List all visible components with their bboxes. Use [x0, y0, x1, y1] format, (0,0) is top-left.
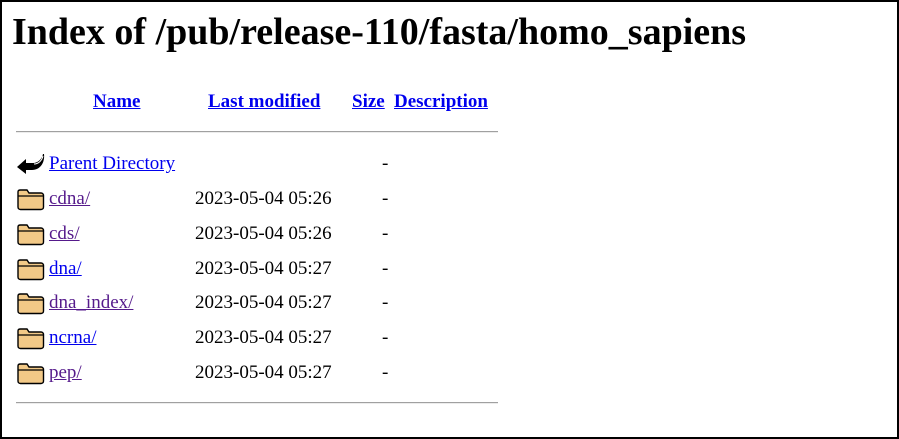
size-cell: -: [382, 327, 389, 348]
size-cell: -: [382, 362, 389, 383]
page-frame: Index of /pub/release-110/fasta/homo_sap…: [0, 0, 899, 439]
size-cell: -: [382, 223, 389, 244]
table-row: cdna/ 2023-05-04 05:26 -: [2, 184, 522, 214]
header-divider: [16, 131, 498, 133]
parent-size: -: [382, 153, 389, 174]
size-cell: -: [382, 188, 389, 209]
folder-link-dna-index[interactable]: dna_index/: [49, 291, 133, 315]
footer-divider: [16, 402, 498, 404]
folder-link-cds[interactable]: cds/: [49, 222, 80, 246]
table-row: dna_index/ 2023-05-04 05:27 -: [2, 288, 522, 318]
page-title: Index of /pub/release-110/fasta/homo_sap…: [12, 11, 747, 53]
parent-directory-link[interactable]: Parent Directory: [49, 152, 175, 176]
folder-icon: [16, 222, 46, 246]
table-row: dna/ 2023-05-04 05:27 -: [2, 254, 522, 284]
table-row: cds/ 2023-05-04 05:26 -: [2, 219, 522, 249]
last-modified-cell: 2023-05-04 05:27: [195, 292, 332, 313]
sort-by-last-modified-link[interactable]: Last modified: [208, 90, 320, 114]
folder-icon: [16, 326, 46, 350]
table-row: pep/ 2023-05-04 05:27 -: [2, 358, 522, 388]
folder-icon: [16, 187, 46, 211]
folder-link-ncrna[interactable]: ncrna/: [49, 326, 96, 350]
last-modified-cell: 2023-05-04 05:26: [195, 223, 332, 244]
folder-icon: [16, 291, 46, 315]
back-arrow-icon: [16, 152, 46, 176]
sort-by-description-link[interactable]: Description: [394, 90, 488, 114]
sort-by-size-link[interactable]: Size: [352, 90, 385, 114]
folder-icon: [16, 257, 46, 281]
last-modified-cell: 2023-05-04 05:26: [195, 188, 332, 209]
last-modified-cell: 2023-05-04 05:27: [195, 362, 332, 383]
table-row: ncrna/ 2023-05-04 05:27 -: [2, 323, 522, 353]
folder-icon: [16, 361, 46, 385]
size-cell: -: [382, 258, 389, 279]
last-modified-cell: 2023-05-04 05:27: [195, 327, 332, 348]
last-modified-cell: 2023-05-04 05:27: [195, 258, 332, 279]
size-cell: -: [382, 292, 389, 313]
folder-link-cdna[interactable]: cdna/: [49, 187, 90, 211]
sort-by-name-link[interactable]: Name: [93, 90, 140, 114]
folder-link-dna[interactable]: dna/: [49, 257, 82, 281]
parent-directory-row: Parent Directory -: [2, 149, 522, 179]
folder-link-pep[interactable]: pep/: [49, 361, 82, 385]
